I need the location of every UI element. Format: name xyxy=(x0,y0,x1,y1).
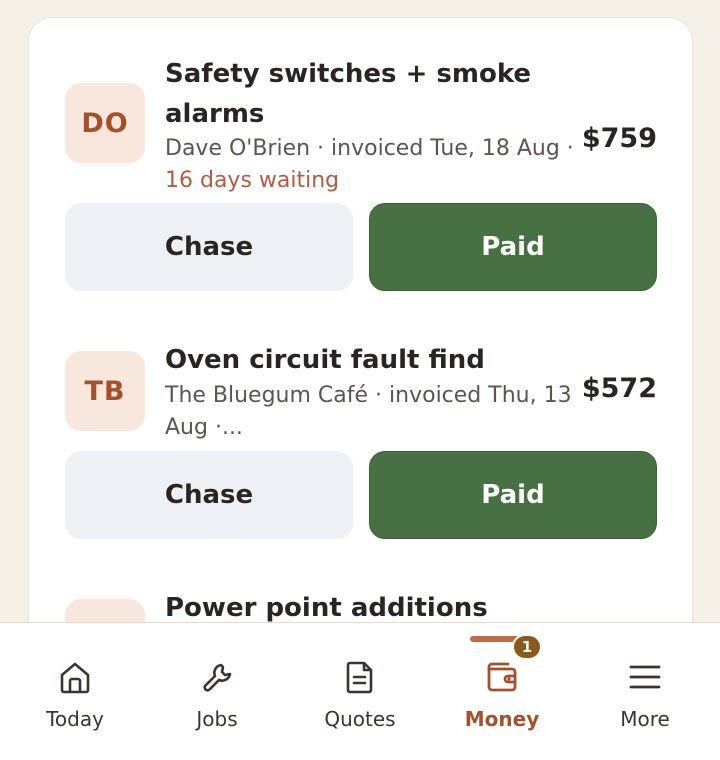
paid-button[interactable]: Paid xyxy=(369,451,657,539)
tab-label: Today xyxy=(46,707,104,731)
tab-label: Jobs xyxy=(196,707,238,731)
days-waiting-label: 16 days waiting xyxy=(165,168,340,193)
invoice-item: TB Oven circuit fault find The Bluegum C… xyxy=(65,340,657,540)
menu-icon xyxy=(629,665,661,689)
paid-button[interactable]: Paid xyxy=(369,203,657,291)
wallet-icon xyxy=(487,662,517,692)
invoice-client-date: Aug ·... xyxy=(165,415,243,440)
invoice-title-line: Safety switches + smoke xyxy=(165,59,532,89)
avatar: DO xyxy=(65,83,145,163)
invoice-amount: $759 xyxy=(581,123,657,154)
tab-quotes[interactable]: Quotes xyxy=(288,623,432,760)
tab-money[interactable]: Money xyxy=(430,623,574,760)
tab-label: Quotes xyxy=(324,707,396,731)
invoice-title-line: Oven circuit fault find xyxy=(165,345,485,375)
invoice-item: DO Safety switches + smoke alarms Dave O… xyxy=(65,54,657,291)
chase-button[interactable]: Chase xyxy=(65,203,353,291)
avatar-initials: DO xyxy=(81,107,129,139)
wrench-icon xyxy=(203,663,232,692)
avatar: TB xyxy=(65,351,145,431)
invoice-title-line: alarms xyxy=(165,99,265,129)
invoice-client-date: Dave O'Brien · invoiced Tue, 18 Aug · xyxy=(165,136,574,161)
tab-label: More xyxy=(620,707,670,731)
invoice-title: Oven circuit fault find xyxy=(165,340,485,380)
invoice-meta: The Bluegum Café · invoiced Thu, 13 Aug … xyxy=(165,380,572,444)
invoice-client-date: The Bluegum Café · invoiced Thu, 13 xyxy=(165,383,572,408)
tab-today[interactable]: Today xyxy=(3,623,147,760)
invoice-title: Safety switches + smoke alarms xyxy=(165,54,531,134)
avatar-initials: TB xyxy=(84,375,126,407)
document-icon xyxy=(346,661,373,694)
chase-button[interactable]: Chase xyxy=(65,451,353,539)
tab-jobs[interactable]: Jobs xyxy=(145,623,289,760)
invoice-amount: $572 xyxy=(581,373,657,404)
tab-more[interactable]: More xyxy=(573,623,717,760)
bottom-tab-bar: Today Jobs Quotes Money More xyxy=(0,622,720,760)
tab-label: Money xyxy=(464,707,540,731)
home-icon xyxy=(60,662,90,694)
notification-badge: 1 xyxy=(512,634,542,660)
invoice-meta: Dave O'Brien · invoiced Tue, 18 Aug · 16… xyxy=(165,133,574,197)
